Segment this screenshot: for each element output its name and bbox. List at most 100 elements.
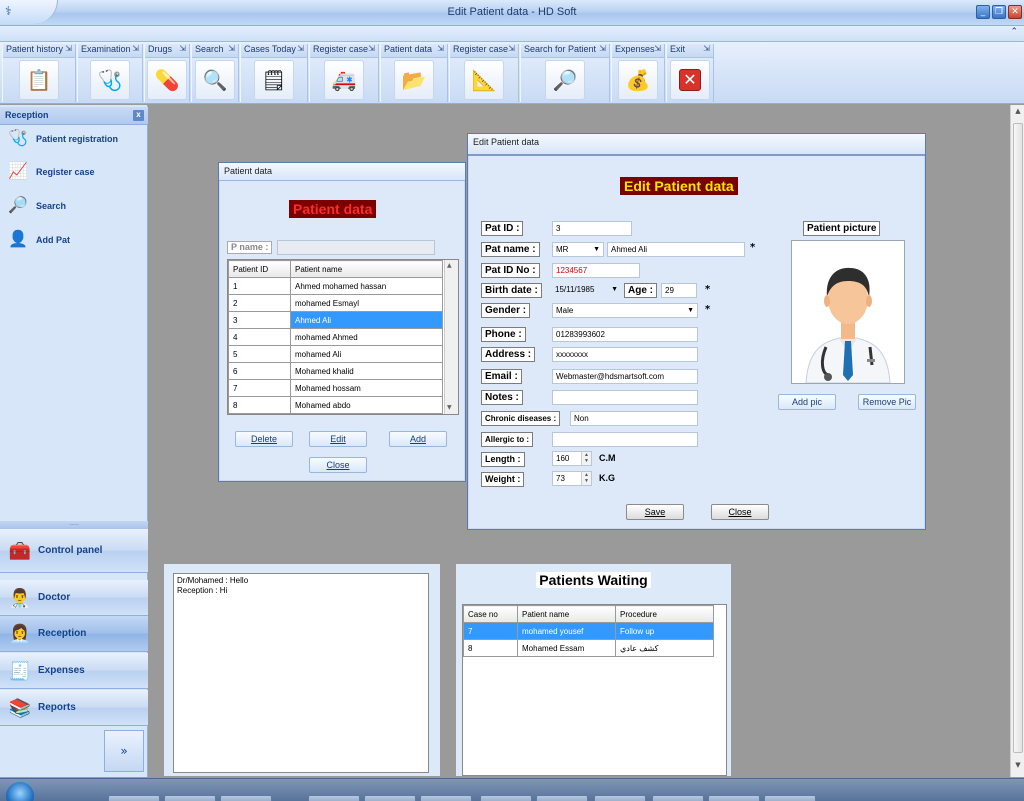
pname-search-input[interactable] <box>277 240 435 255</box>
cell-id[interactable]: 2 <box>228 294 291 312</box>
taskbar-button[interactable] <box>480 795 532 801</box>
column-header[interactable]: Case no <box>463 605 518 623</box>
nav-more-button[interactable]: » <box>104 730 144 772</box>
table-row[interactable]: 7 mohamed yousef Follow up <box>463 622 714 640</box>
nav-item-add-pat[interactable]: 👤 Add Pat <box>6 226 142 254</box>
nav-item-register-case[interactable]: 📈 Register case <box>6 158 142 186</box>
cell-name[interactable]: Mohamed khalid <box>290 362 443 380</box>
cell-patient-name[interactable]: Mohamed Essam <box>517 639 616 657</box>
patient-history-button[interactable]: 📋 <box>19 60 59 100</box>
table-row[interactable]: 2 mohamed Esmayl <box>228 294 443 312</box>
search-button[interactable]: 🔍 <box>195 60 235 100</box>
gender-select[interactable]: Male ▼ <box>552 303 698 318</box>
start-button[interactable] <box>6 782 34 801</box>
grid-scrollbar[interactable]: ▲ ▼ <box>444 260 458 414</box>
cases-today-button[interactable]: 🗒 <box>254 60 294 100</box>
table-row[interactable]: 6 Mohamed khalid <box>228 362 443 380</box>
close-pane-icon[interactable]: x <box>133 110 144 121</box>
table-row[interactable]: 3 Ahmed Ali <box>228 311 443 329</box>
pane-splitter[interactable]: ..... <box>0 521 148 529</box>
navbar-reception[interactable]: 👩‍💼 Reception <box>0 616 148 652</box>
close-button[interactable]: Close <box>309 457 367 473</box>
cell-procedure[interactable]: كشف عادي <box>615 639 714 657</box>
minimize-button[interactable]: _ <box>976 5 990 19</box>
scroll-down-icon[interactable]: ▼ <box>1012 761 1024 773</box>
cell-id[interactable]: 3 <box>228 311 291 329</box>
cell-id[interactable]: 8 <box>228 396 291 414</box>
taskbar-button[interactable] <box>108 795 160 801</box>
spin-arrows-icon[interactable]: ▲ ▼ <box>581 472 591 485</box>
expenses-button[interactable]: 💰 <box>618 60 658 100</box>
table-row[interactable]: 7 Mohamed hossam <box>228 379 443 397</box>
scroll-up-icon[interactable]: ▲ <box>447 262 452 269</box>
main-scrollbar[interactable]: ▲ ▼ <box>1010 105 1024 777</box>
taskbar-button[interactable] <box>708 795 760 801</box>
cell-id[interactable]: 5 <box>228 345 291 363</box>
table-row[interactable]: 8 Mohamed abdo <box>228 396 443 414</box>
cell-id[interactable]: 4 <box>228 328 291 346</box>
taskbar-button[interactable] <box>164 795 216 801</box>
cell-id[interactable]: 6 <box>228 362 291 380</box>
cell-name[interactable]: Ahmed Ali <box>290 311 443 329</box>
cell-name[interactable]: Ahmed mohamed hassan <box>290 277 443 295</box>
nav-item-patient-registration[interactable]: 🩺 Patient registration <box>6 125 142 153</box>
table-row[interactable]: 4 mohamed Ahmed <box>228 328 443 346</box>
register-case-2-button[interactable]: 📐 <box>464 60 504 100</box>
restore-button[interactable]: ❐ <box>992 5 1006 19</box>
taskbar-button[interactable] <box>652 795 704 801</box>
title-prefix-select[interactable]: MR ▼ <box>552 242 604 257</box>
examination-button[interactable]: 🩺 <box>90 60 130 100</box>
birth-date-picker[interactable]: 15/11/1985 ▼ <box>552 283 620 298</box>
taskbar-button[interactable] <box>420 795 472 801</box>
cell-case-no[interactable]: 8 <box>463 639 518 657</box>
cell-name[interactable]: mohamed Esmayl <box>290 294 443 312</box>
navbar-expenses[interactable]: 🧾 Expenses <box>0 653 148 689</box>
navbar-control-panel[interactable]: 🧰 Control panel <box>0 529 148 573</box>
chat-log[interactable]: Dr/Mohamed : Hello Reception : Hi <box>173 573 429 773</box>
cell-procedure[interactable]: Follow up <box>615 622 714 640</box>
notes-field[interactable] <box>552 390 698 405</box>
cell-name[interactable]: Mohamed hossam <box>290 379 443 397</box>
length-stepper[interactable]: 160 ▲ ▼ <box>552 451 592 466</box>
save-button[interactable]: Save <box>626 504 684 520</box>
add-pic-button[interactable]: Add pic <box>778 394 836 410</box>
table-row[interactable]: 5 mohamed Ali <box>228 345 443 363</box>
register-case-button[interactable]: 🚑 <box>324 60 364 100</box>
table-row[interactable]: 1 Ahmed mohamed hassan <box>228 277 443 295</box>
taskbar-button[interactable] <box>764 795 816 801</box>
taskbar-button[interactable] <box>594 795 646 801</box>
table-row[interactable]: 8 Mohamed Essam كشف عادي <box>463 639 714 657</box>
cell-name[interactable]: Mohamed abdo <box>290 396 443 414</box>
spin-arrows-icon[interactable]: ▲ ▼ <box>581 452 591 465</box>
search-patient-button[interactable]: 🔎 <box>545 60 585 100</box>
email-field[interactable]: Webmaster@hdsmartsoft.com <box>552 369 698 384</box>
patient-data-button[interactable]: 📂 <box>394 60 434 100</box>
weight-stepper[interactable]: 73 ▲ ▼ <box>552 471 592 486</box>
navbar-doctor[interactable]: 👨‍⚕️ Doctor <box>0 580 148 616</box>
cell-name[interactable]: mohamed Ali <box>290 345 443 363</box>
delete-button[interactable]: Delete <box>235 431 293 447</box>
cell-id[interactable]: 7 <box>228 379 291 397</box>
close-form-button[interactable]: Close <box>711 504 769 520</box>
remove-pic-button[interactable]: Remove Pic <box>858 394 916 410</box>
taskbar-button[interactable] <box>220 795 272 801</box>
exit-button[interactable]: ✕ <box>670 60 710 100</box>
close-window-button[interactable]: ✕ <box>1008 5 1022 19</box>
collapse-ribbon-icon[interactable]: ⌃ <box>1010 27 1018 37</box>
taskbar-button[interactable] <box>308 795 360 801</box>
taskbar-button[interactable] <box>536 795 588 801</box>
taskbar-button[interactable] <box>364 795 416 801</box>
column-header[interactable]: Patient ID <box>228 260 291 278</box>
column-header[interactable]: Procedure <box>615 605 714 623</box>
scroll-down-icon[interactable]: ▼ <box>447 404 452 411</box>
allergic-field[interactable] <box>552 432 698 447</box>
cell-patient-name[interactable]: mohamed yousef <box>517 622 616 640</box>
edit-button[interactable]: Edit <box>309 431 367 447</box>
scroll-thumb[interactable] <box>1013 123 1023 753</box>
add-button[interactable]: Add <box>389 431 447 447</box>
drugs-button[interactable]: 💊 <box>147 60 187 100</box>
column-header[interactable]: Patient name <box>290 260 443 278</box>
pat-name-field[interactable]: Ahmed Ali <box>607 242 745 257</box>
cell-name[interactable]: mohamed Ahmed <box>290 328 443 346</box>
chronic-diseases-field[interactable]: Non <box>570 411 698 426</box>
